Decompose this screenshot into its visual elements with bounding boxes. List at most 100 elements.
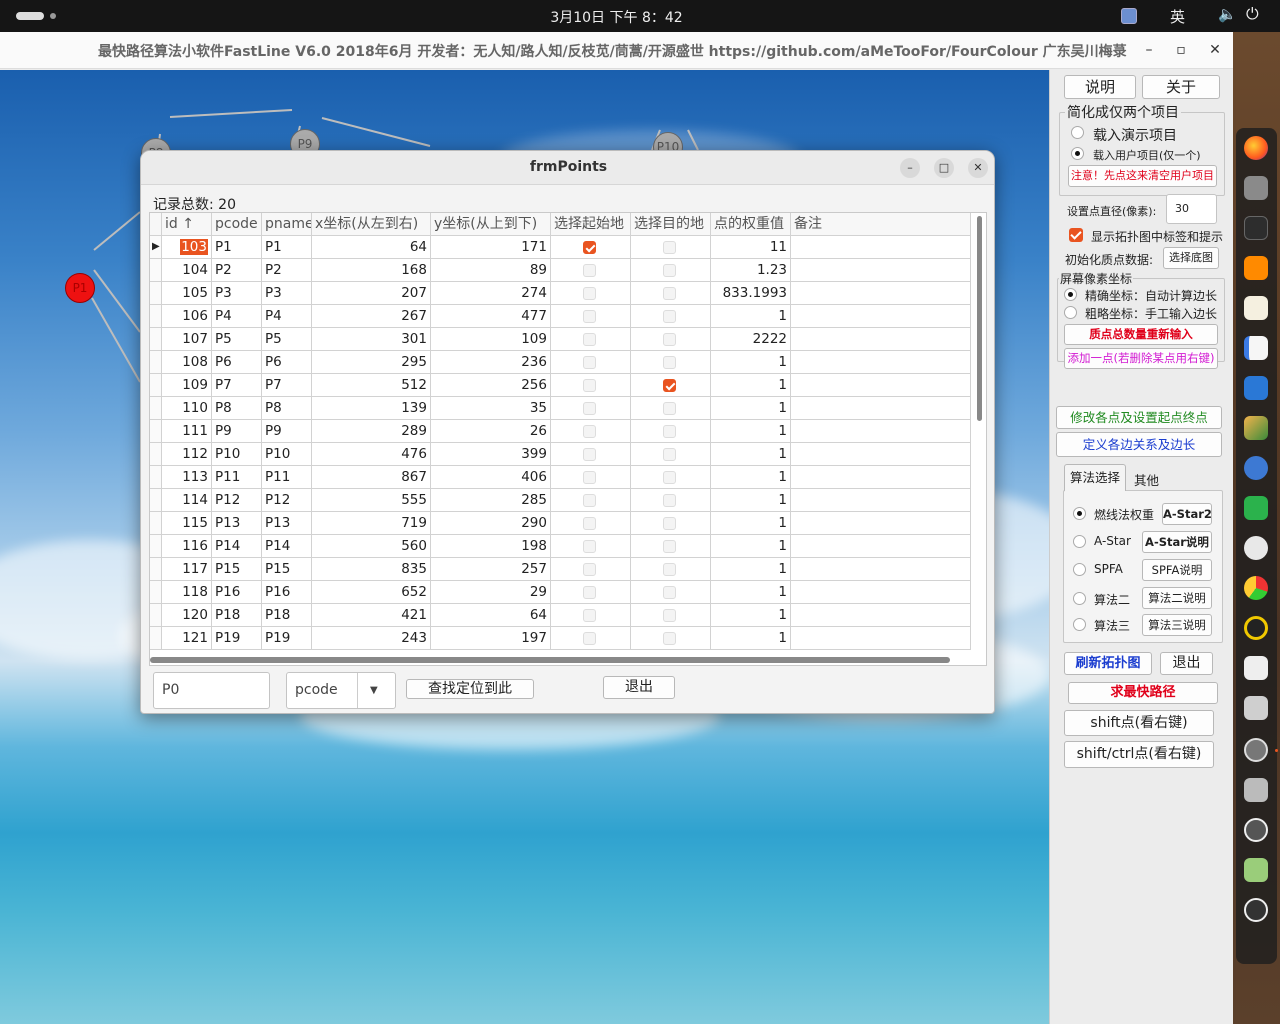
terminal-icon[interactable] (1244, 216, 1268, 240)
grid-cell[interactable] (551, 558, 631, 581)
search-field-select[interactable]: pcode ▼ (286, 672, 396, 709)
grid-cell[interactable] (631, 351, 711, 374)
grid-cell[interactable]: 1 (711, 512, 791, 535)
tab-other[interactable]: 其他 (1134, 470, 1159, 489)
grid-cell[interactable]: 289 (312, 420, 431, 443)
grid-cell[interactable]: P11 (262, 466, 312, 489)
reenter-points-button[interactable]: 质点总数量重新输入 (1064, 324, 1218, 345)
power-icon[interactable]: ⏻ (1246, 4, 1259, 24)
grid-cell[interactable] (631, 604, 711, 627)
row-indicator[interactable]: ▶ (150, 236, 162, 259)
grid-cell[interactable]: P8 (262, 397, 312, 420)
algo-label-two[interactable]: 算法二 (1094, 591, 1130, 608)
grid-column-header[interactable]: 选择起始地 (551, 213, 631, 236)
grid-cell[interactable] (551, 374, 631, 397)
diameter-input[interactable]: 30 (1166, 194, 1217, 224)
algo-radio-spfa[interactable] (1073, 563, 1086, 576)
choose-background-button[interactable]: 选择底图 (1163, 247, 1219, 269)
grid-cell[interactable]: 107 (162, 328, 212, 351)
grid-cell[interactable] (791, 397, 971, 420)
grid-cell[interactable]: 109 (431, 328, 551, 351)
destination-checkbox[interactable] (663, 494, 676, 507)
precise-coords-radio[interactable] (1064, 288, 1077, 301)
grid-cell[interactable]: 29 (431, 581, 551, 604)
grid-cell[interactable]: 257 (431, 558, 551, 581)
camera-icon[interactable] (1244, 656, 1268, 680)
grid-cell[interactable]: 833.1993 (711, 282, 791, 305)
start-checkbox[interactable] (583, 609, 596, 622)
chat-icon[interactable] (1244, 536, 1268, 560)
show-labels-checkbox[interactable] (1069, 228, 1083, 242)
grid-cell[interactable]: P2 (262, 259, 312, 282)
grid-cell[interactable]: 1 (711, 627, 791, 650)
grid-cell[interactable]: P14 (212, 535, 262, 558)
start-checkbox[interactable] (583, 586, 596, 599)
grid-cell[interactable]: 476 (312, 443, 431, 466)
grid-column-header[interactable]: pname (262, 213, 312, 236)
start-checkbox[interactable] (583, 471, 596, 484)
wechat-icon[interactable] (1244, 496, 1268, 520)
grid-cell[interactable] (551, 443, 631, 466)
disk-usage-icon[interactable] (1244, 576, 1268, 600)
row-indicator[interactable] (150, 512, 162, 535)
grid-cell[interactable]: P8 (212, 397, 262, 420)
spfa-help-button[interactable]: SPFA说明 (1142, 559, 1212, 581)
start-checkbox[interactable] (583, 632, 596, 645)
precise-coords-label[interactable]: 精确坐标：自动计算边长 (1085, 287, 1217, 304)
destination-checkbox[interactable] (663, 517, 676, 530)
row-indicator[interactable] (150, 558, 162, 581)
settings-active-icon[interactable] (1244, 818, 1268, 842)
clock[interactable]: 3月10日 下午 8：42 (0, 7, 1233, 27)
grid-cell[interactable]: P12 (262, 489, 312, 512)
grid-cell[interactable]: P4 (262, 305, 312, 328)
grid-cell[interactable]: 109 (162, 374, 212, 397)
find-fastest-path-button[interactable]: 求最快路径 (1068, 682, 1218, 704)
grid-vertical-scrollbar[interactable] (977, 216, 982, 421)
grid-cell[interactable]: 1 (711, 489, 791, 512)
sublime-icon[interactable] (1244, 256, 1268, 280)
grid-cell[interactable] (791, 443, 971, 466)
grid-cell[interactable]: P18 (212, 604, 262, 627)
destination-checkbox[interactable] (663, 402, 676, 415)
grid-cell[interactable]: 267 (312, 305, 431, 328)
start-checkbox[interactable] (583, 517, 596, 530)
grid-column-header[interactable]: 点的权重值 (711, 213, 791, 236)
start-checkbox[interactable] (583, 448, 596, 461)
grid-cell[interactable] (631, 489, 711, 512)
grid-cell[interactable]: 256 (431, 374, 551, 397)
dialog-exit-button[interactable]: 退出 (603, 676, 675, 699)
input-method-icon[interactable] (1121, 8, 1137, 24)
points-grid[interactable]: id ↑ pcode pname x坐标(从左到右) y坐标(从上到下) 选择起始地 选择目… (149, 212, 987, 666)
grid-cell[interactable]: 197 (431, 627, 551, 650)
start-checkbox[interactable] (583, 333, 596, 346)
grid-cell[interactable] (791, 604, 971, 627)
grid-cell[interactable] (791, 305, 971, 328)
grid-cell[interactable]: P16 (262, 581, 312, 604)
grid-cell[interactable]: 1 (711, 351, 791, 374)
grid-cell[interactable] (551, 581, 631, 604)
start-checkbox[interactable] (583, 425, 596, 438)
grid-cell[interactable]: 103 (162, 236, 212, 259)
grid-cell[interactable] (551, 466, 631, 489)
grid-cell[interactable]: P4 (212, 305, 262, 328)
row-indicator[interactable] (150, 374, 162, 397)
start-checkbox[interactable] (583, 356, 596, 369)
row-indicator[interactable] (150, 282, 162, 305)
grid-cell[interactable]: 477 (431, 305, 551, 328)
grid-cell[interactable]: P7 (212, 374, 262, 397)
grid-cell[interactable]: 121 (162, 627, 212, 650)
grid-cell[interactable] (551, 305, 631, 328)
row-indicator[interactable] (150, 443, 162, 466)
start-checkbox[interactable] (583, 241, 596, 254)
grid-cell[interactable] (791, 581, 971, 604)
grid-cell[interactable]: 168 (312, 259, 431, 282)
row-indicator[interactable] (150, 305, 162, 328)
grid-cell[interactable]: 560 (312, 535, 431, 558)
vscode-icon[interactable] (1244, 376, 1268, 400)
grid-cell[interactable] (631, 558, 711, 581)
grid-cell[interactable]: 1 (711, 558, 791, 581)
destination-checkbox[interactable] (663, 609, 676, 622)
grid-cell[interactable]: 198 (431, 535, 551, 558)
destination-checkbox[interactable] (663, 379, 676, 392)
close-button[interactable]: ✕ (1206, 41, 1224, 59)
